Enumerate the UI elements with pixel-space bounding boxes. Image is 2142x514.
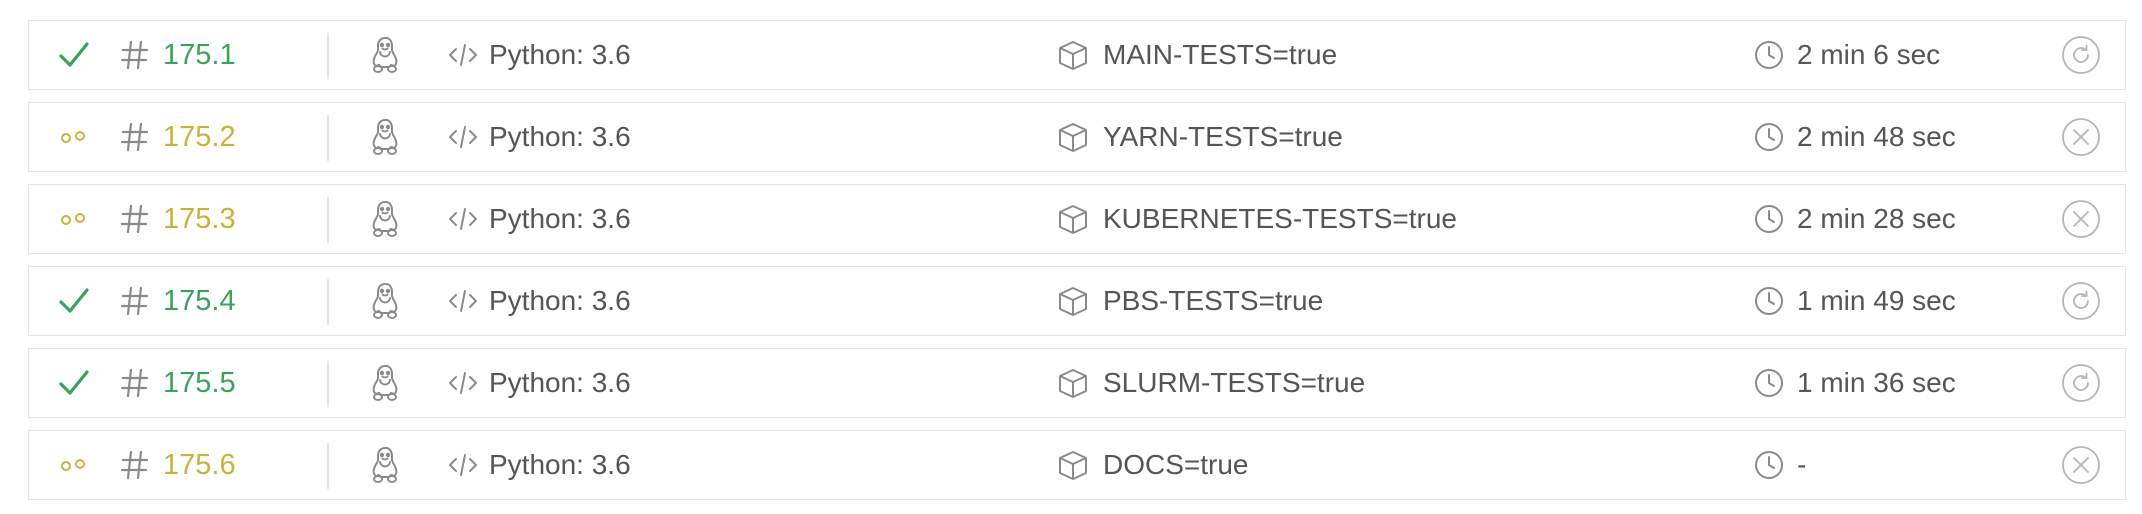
job-number[interactable]: 175.4: [163, 267, 236, 335]
check-icon: [51, 21, 97, 89]
env-label: YARN-TESTS=true: [1103, 121, 1343, 152]
job-number[interactable]: 175.1: [163, 21, 236, 89]
clock-icon: [1749, 185, 1789, 253]
linux-icon: [365, 103, 405, 171]
env-label: DOCS=true: [1103, 449, 1249, 480]
env-label: KUBERNETES-TESTS=true: [1103, 203, 1457, 234]
cancel-icon[interactable]: [2059, 185, 2103, 253]
env-label: SLURM-TESTS=true: [1103, 367, 1366, 398]
hash-icon: [117, 21, 153, 89]
hash-icon: [117, 267, 153, 335]
job-row[interactable]: 175.1 Python: 3.6 MAIN-TESTS=true 2 min …: [28, 20, 2126, 90]
code-icon: [443, 103, 483, 171]
divider: [327, 279, 329, 325]
code-icon: [443, 267, 483, 335]
cube-icon: [1053, 103, 1093, 171]
hash-icon: [117, 185, 153, 253]
duration-label: 2 min 28 sec: [1797, 203, 1956, 234]
cube-icon: [1053, 21, 1093, 89]
hash-icon: [117, 103, 153, 171]
divider: [327, 115, 329, 161]
code-icon: [443, 185, 483, 253]
job-row[interactable]: 175.4 Python: 3.6 PBS-TESTS=true 1 min 4…: [28, 266, 2126, 336]
language-label: Python: 3.6: [489, 449, 631, 480]
env-label: MAIN-TESTS=true: [1103, 39, 1338, 70]
cancel-icon[interactable]: [2059, 431, 2103, 499]
duration-label: 2 min 6 sec: [1797, 39, 1941, 70]
job-list: 175.1 Python: 3.6 MAIN-TESTS=true 2 min …: [0, 0, 2142, 514]
clock-icon: [1749, 21, 1789, 89]
code-icon: [443, 349, 483, 417]
job-row[interactable]: 175.2 Python: 3.6 YARN-TESTS=true 2 min …: [28, 102, 2126, 172]
language-label: Python: 3.6: [489, 39, 631, 70]
linux-icon: [365, 267, 405, 335]
duration-label: 2 min 48 sec: [1797, 121, 1956, 152]
cube-icon: [1053, 185, 1093, 253]
started-icon: [51, 185, 97, 253]
cube-icon: [1053, 267, 1093, 335]
hash-icon: [117, 431, 153, 499]
job-row[interactable]: 175.5 Python: 3.6 SLURM-TESTS=true 1 min…: [28, 348, 2126, 418]
cancel-icon[interactable]: [2059, 103, 2103, 171]
linux-icon: [365, 431, 405, 499]
hash-icon: [117, 349, 153, 417]
clock-icon: [1749, 267, 1789, 335]
language-label: Python: 3.6: [489, 285, 631, 316]
code-icon: [443, 21, 483, 89]
job-row[interactable]: 175.6 Python: 3.6 DOCS=true -: [28, 430, 2126, 500]
duration-label: 1 min 49 sec: [1797, 285, 1956, 316]
job-number[interactable]: 175.5: [163, 349, 236, 417]
check-icon: [51, 267, 97, 335]
job-number[interactable]: 175.6: [163, 431, 236, 499]
restart-icon[interactable]: [2059, 21, 2103, 89]
job-number[interactable]: 175.3: [163, 185, 236, 253]
clock-icon: [1749, 431, 1789, 499]
started-icon: [51, 431, 97, 499]
language-label: Python: 3.6: [489, 203, 631, 234]
language-label: Python: 3.6: [489, 121, 631, 152]
code-icon: [443, 431, 483, 499]
cube-icon: [1053, 431, 1093, 499]
divider: [327, 197, 329, 243]
env-label: PBS-TESTS=true: [1103, 285, 1324, 316]
linux-icon: [365, 21, 405, 89]
divider: [327, 443, 329, 489]
clock-icon: [1749, 103, 1789, 171]
check-icon: [51, 349, 97, 417]
language-label: Python: 3.6: [489, 367, 631, 398]
restart-icon[interactable]: [2059, 349, 2103, 417]
divider: [327, 361, 329, 407]
linux-icon: [365, 349, 405, 417]
clock-icon: [1749, 349, 1789, 417]
divider: [327, 33, 329, 79]
started-icon: [51, 103, 97, 171]
restart-icon[interactable]: [2059, 267, 2103, 335]
linux-icon: [365, 185, 405, 253]
job-row[interactable]: 175.3 Python: 3.6 KUBERNETES-TESTS=true: [28, 184, 2126, 254]
duration-label: 1 min 36 sec: [1797, 367, 1956, 398]
cube-icon: [1053, 349, 1093, 417]
duration-label: -: [1797, 449, 1807, 480]
job-number[interactable]: 175.2: [163, 103, 236, 171]
